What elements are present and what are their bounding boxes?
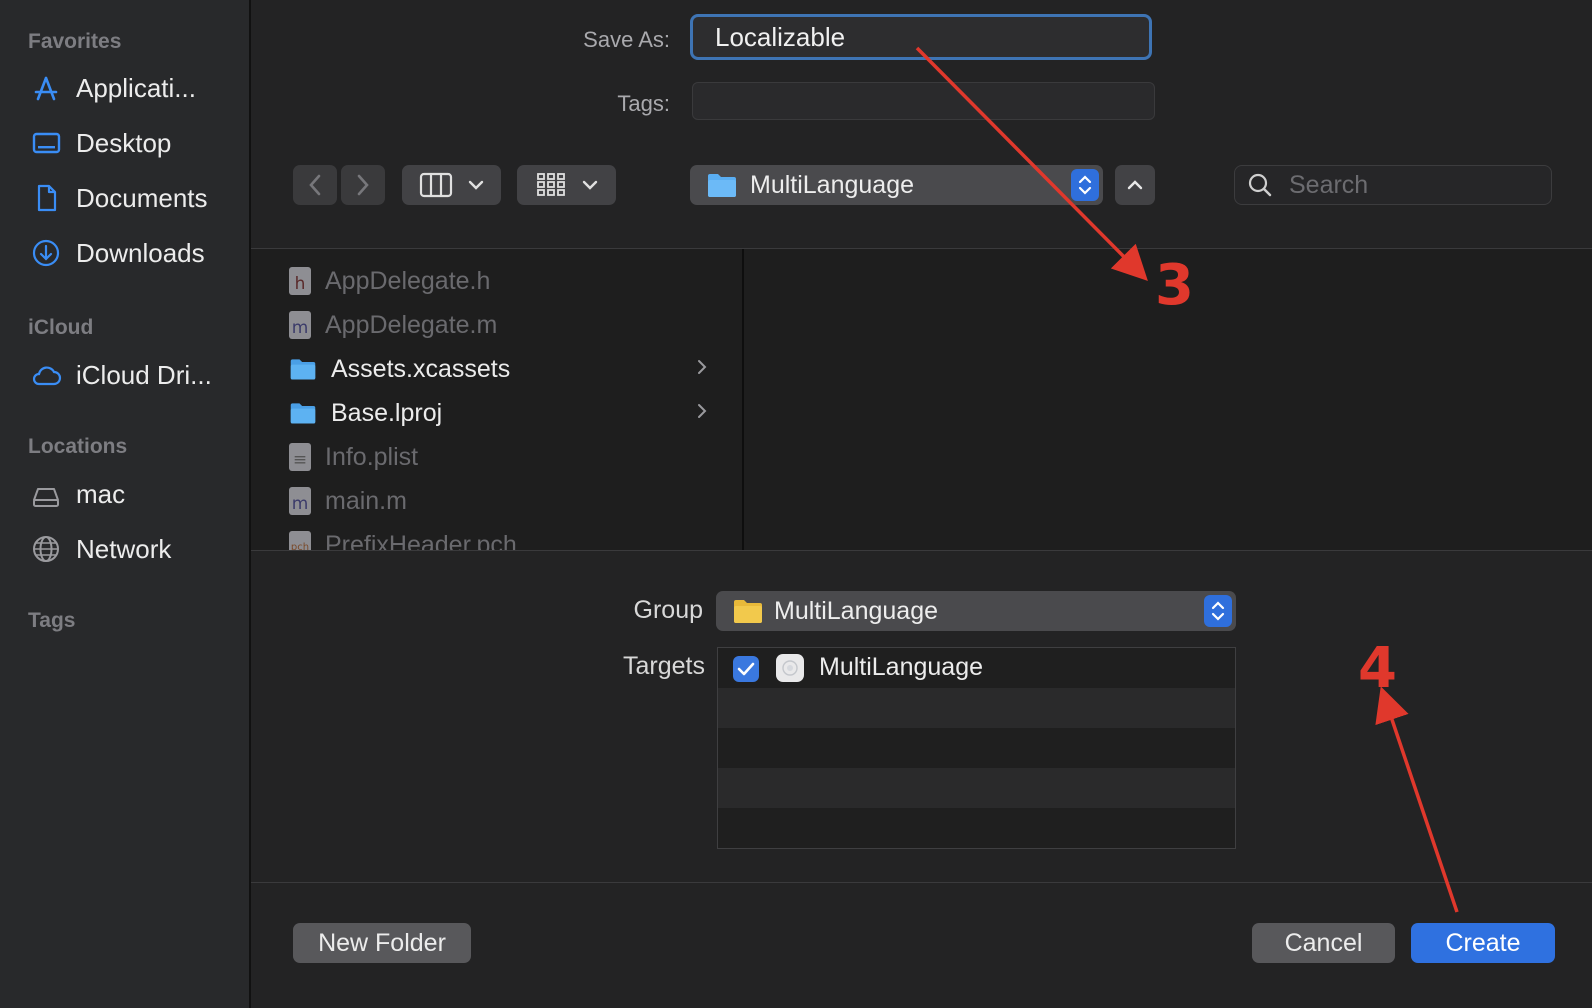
view-grid-button[interactable] — [517, 165, 616, 205]
empty-row — [718, 808, 1235, 848]
file-row: ≡ Info.plist — [289, 437, 709, 477]
annotation-number-3: 3 — [1155, 253, 1194, 318]
new-folder-button[interactable]: New Folder — [293, 923, 471, 963]
columns-view-icon — [419, 172, 452, 198]
sidebar: Favorites Applicati... Desktop Documents… — [0, 0, 251, 1008]
sidebar-item-label: iCloud Dri... — [76, 359, 212, 390]
file-name: Assets.xcassets — [331, 354, 511, 383]
search-field[interactable] — [1234, 165, 1552, 205]
target-name: MultiLanguage — [819, 653, 984, 681]
pch-file-icon: pch — [289, 531, 311, 550]
up-down-chevron-icon — [1211, 601, 1225, 621]
file-name: Base.lproj — [331, 398, 443, 427]
up-down-chevron-icon — [1078, 175, 1092, 195]
tags-label: Tags: — [617, 91, 670, 116]
sidebar-item-label: mac — [76, 478, 126, 509]
file-row: pch PrefixHeader.pch — [289, 525, 709, 550]
file-row: m main.m — [289, 481, 709, 521]
chevron-right-icon — [698, 360, 707, 374]
column-divider[interactable] — [742, 249, 744, 550]
app-target-icon — [776, 654, 804, 682]
globe-icon — [33, 536, 59, 562]
applications-icon — [34, 76, 58, 101]
file-name: AppDelegate.m — [325, 310, 498, 339]
sidebar-item-icloud-drive[interactable]: iCloud Dri... — [30, 355, 212, 395]
sidebar-header-locations: Locations — [28, 435, 128, 458]
search-input[interactable] — [1287, 169, 1531, 201]
file-row: h AppDelegate.h — [289, 261, 709, 301]
grid-view-icon — [536, 173, 565, 196]
folder-row[interactable]: Base.lproj — [289, 393, 709, 433]
target-row[interactable]: MultiLanguage — [718, 648, 1235, 688]
group-popup[interactable]: MultiLanguage — [716, 591, 1236, 631]
sidebar-item-network[interactable]: Network — [30, 529, 171, 569]
file-name: main.m — [325, 486, 407, 515]
sidebar-item-label: Network — [76, 533, 172, 564]
view-columns-button[interactable] — [402, 165, 501, 205]
chevron-down-icon — [582, 180, 597, 190]
sidebar-item-mac[interactable]: mac — [30, 474, 125, 514]
sidebar-item-label: Applicati... — [76, 72, 196, 103]
document-icon — [37, 184, 57, 212]
annotation-number-4: 4 — [1358, 636, 1397, 701]
collapse-button[interactable] — [1115, 165, 1155, 205]
back-button[interactable] — [293, 165, 337, 205]
sidebar-item-documents[interactable]: Documents — [30, 178, 208, 218]
chevron-left-icon — [309, 174, 321, 196]
empty-row — [718, 688, 1235, 728]
folder-icon — [708, 174, 736, 197]
folder-row[interactable]: Assets.xcassets — [289, 349, 709, 389]
folder-icon — [734, 600, 762, 623]
targets-list: MultiLanguage — [717, 647, 1236, 849]
empty-row — [718, 728, 1235, 768]
checkmark-icon — [737, 662, 755, 676]
forward-button[interactable] — [341, 165, 385, 205]
group-label: Group — [633, 596, 703, 624]
chevron-down-icon — [468, 180, 483, 190]
save-as-input[interactable] — [690, 14, 1152, 60]
sidebar-header-tags: Tags — [28, 609, 76, 632]
search-icon — [1248, 173, 1272, 197]
chevron-right-icon — [357, 174, 369, 196]
desktop-icon — [32, 132, 61, 154]
cloud-icon — [32, 366, 62, 386]
chevron-right-icon — [698, 404, 707, 418]
sidebar-item-applications[interactable]: Applicati... — [30, 68, 196, 108]
downloads-icon — [32, 239, 60, 267]
chevron-up-icon — [1127, 180, 1143, 190]
create-button[interactable]: Create — [1411, 923, 1555, 963]
header-file-icon: h — [289, 267, 311, 295]
drive-icon — [33, 488, 59, 507]
popup-stepper — [1204, 595, 1232, 627]
folder-icon — [290, 403, 316, 424]
file-name: AppDelegate.h — [325, 266, 491, 295]
folder-icon — [290, 359, 316, 380]
targets-label: Targets — [623, 652, 705, 680]
objc-file-icon: m — [289, 311, 311, 339]
plist-file-icon: ≡ — [289, 443, 311, 471]
file-name: PrefixHeader.pch — [325, 530, 517, 551]
empty-row — [718, 768, 1235, 808]
group-popup-label: MultiLanguage — [774, 596, 939, 625]
sidebar-item-desktop[interactable]: Desktop — [30, 123, 171, 163]
sidebar-item-label: Downloads — [76, 237, 205, 268]
cancel-button[interactable]: Cancel — [1252, 923, 1395, 963]
divider — [251, 550, 1592, 551]
sidebar-item-label: Desktop — [76, 127, 172, 158]
location-popup[interactable]: MultiLanguage — [690, 165, 1103, 205]
target-checkbox[interactable] — [733, 656, 759, 682]
tags-field[interactable] — [692, 82, 1155, 120]
location-popup-label: MultiLanguage — [750, 170, 915, 199]
sidebar-header-favorites: Favorites — [28, 30, 122, 53]
popup-stepper — [1071, 169, 1099, 201]
objc-file-icon: m — [289, 487, 311, 515]
sidebar-item-label: Documents — [76, 182, 208, 213]
sidebar-item-downloads[interactable]: Downloads — [30, 233, 205, 273]
save-as-label: Save As: — [583, 27, 670, 52]
divider — [251, 882, 1592, 883]
file-row: m AppDelegate.m — [289, 305, 709, 345]
sidebar-header-icloud: iCloud — [28, 316, 94, 339]
file-browser: h AppDelegate.h m AppDelegate.m Assets.x… — [251, 249, 1592, 550]
file-name: Info.plist — [325, 442, 419, 471]
